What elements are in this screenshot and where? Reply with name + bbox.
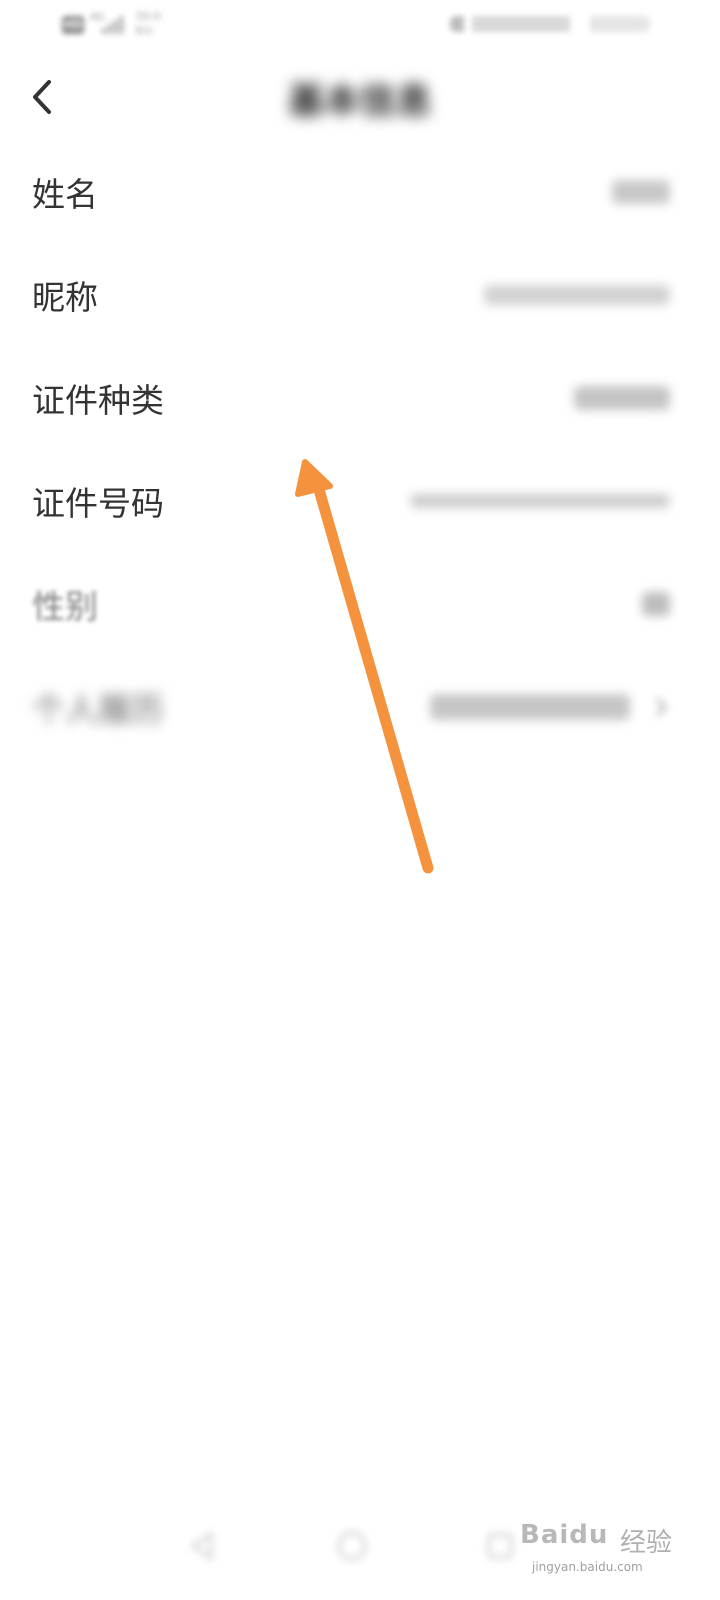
row-label-nickname: 昵称 [32,277,98,317]
row-label-id-type: 证件种类 [32,380,164,420]
status-icons-right [450,16,650,32]
page-title: 基本信息 [287,81,432,122]
row-nickname[interactable]: 昵称 [0,243,720,346]
hd-badge: HD [62,16,84,34]
row-value-name [612,179,670,204]
row-resume[interactable]: 个人履历 [0,655,720,758]
network-speed: 50.0 K/s [136,10,161,37]
row-id-type[interactable]: 证件种类 [0,346,720,449]
row-name[interactable]: 姓名 [0,140,720,243]
info-list: 姓名 昵称 证件种类 证件号码 性别 个人履历 [0,140,720,758]
row-value-gender [642,591,670,616]
chevron-right-icon [656,697,667,716]
watermark-text: 经验 [620,1528,673,1558]
row-label-name: 姓名 [32,174,98,214]
back-arrow-icon[interactable] [22,72,62,122]
nav-back-icon[interactable] [185,1528,221,1564]
row-value-id-number [410,493,670,508]
row-value-resume [430,693,630,720]
baidu-jingyan-watermark: Baidu 经验 jingyan.baidu.com [520,1514,680,1584]
signal-icon [102,16,123,34]
row-value-nickname [484,284,670,305]
row-label-gender: 性别 [32,586,98,626]
row-label-resume: 个人履历 [32,689,164,729]
watermark-logo: Baidu [520,1520,609,1550]
header: 基本信息 [0,50,720,150]
row-gender[interactable]: 性别 [0,552,720,655]
nav-recent-icon[interactable] [482,1528,518,1564]
row-value-id-type [574,385,670,410]
status-bar: HD 4G 50.0 K/s [0,0,720,48]
nav-home-icon[interactable] [334,1528,370,1564]
row-id-number[interactable]: 证件号码 [0,449,720,552]
row-label-id-number: 证件号码 [32,483,164,523]
watermark-url: jingyan.baidu.com [532,1560,643,1574]
